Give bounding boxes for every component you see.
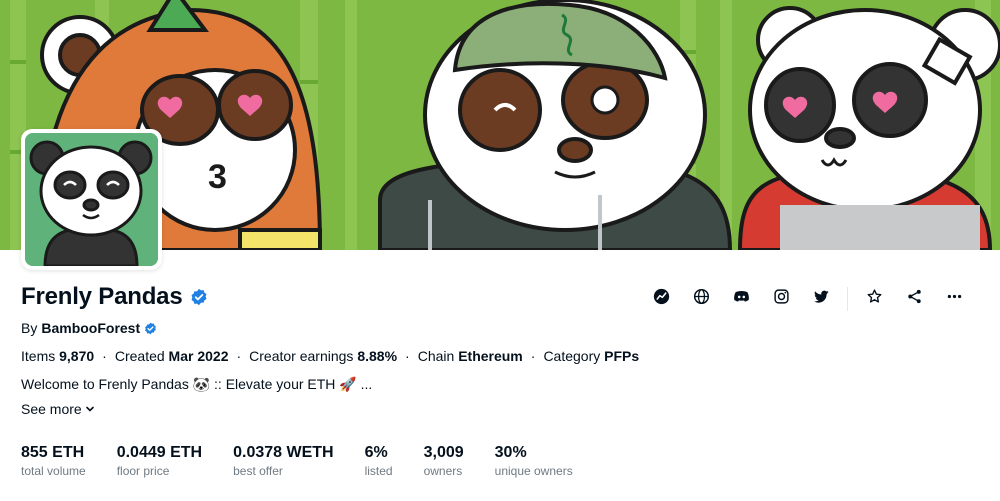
collection-actions — [641, 284, 974, 314]
instagram-icon — [773, 288, 790, 310]
stat-floor-price[interactable]: 0.0449 ETH floor price — [117, 444, 202, 478]
separator-dot: · — [530, 348, 536, 364]
collection-meta: Items 9,870 · Created Mar 2022 · Creator… — [21, 348, 639, 364]
by-label: By — [21, 320, 38, 336]
meta-value: Ethereum — [458, 348, 523, 364]
instagram-button[interactable] — [761, 284, 801, 314]
stat-total-volume[interactable]: 855 ETH total volume — [21, 444, 86, 478]
activity-button[interactable] — [641, 284, 681, 314]
more-icon — [946, 288, 963, 310]
stat-value: 0.0378 WETH — [233, 444, 334, 461]
collection-title: Frenly Pandas — [21, 283, 183, 310]
meta-key: Items — [21, 348, 56, 364]
collection-description: Welcome to Frenly Pandas 🐼 :: Elevate yo… — [21, 376, 373, 392]
collection-avatar — [21, 129, 162, 270]
chevron-down-icon — [85, 401, 95, 417]
separator-dot: · — [236, 348, 242, 364]
stat-unique-owners[interactable]: 30% unique owners — [495, 444, 573, 478]
stat-owners[interactable]: 3,009 owners — [424, 444, 464, 478]
stat-value: 3,009 — [423, 444, 464, 461]
star-icon — [866, 288, 883, 310]
verified-badge-icon — [190, 288, 208, 306]
see-more-label: See more — [21, 401, 82, 417]
meta-value: PFPs — [604, 348, 640, 364]
collection-stats: 855 ETH total volume 0.0449 ETH floor pr… — [21, 444, 604, 478]
separator-dot: · — [102, 348, 107, 364]
avatar-image — [25, 133, 158, 266]
meta-created: Created Mar 2022 — [115, 348, 229, 364]
favorite-button[interactable] — [854, 284, 894, 314]
discord-icon — [733, 288, 750, 310]
creator-row: By BambooForest — [21, 320, 157, 336]
stat-value: 30% — [494, 444, 527, 461]
meta-key: Category — [543, 348, 601, 364]
stat-best-offer[interactable]: 0.0378 WETH best offer — [233, 444, 333, 478]
meta-key: Creator earnings — [249, 348, 354, 364]
activity-icon — [653, 288, 670, 310]
svg-text:3: 3 — [208, 158, 227, 196]
share-icon — [906, 288, 923, 310]
stat-listed[interactable]: 6% listed — [365, 444, 393, 478]
meta-key: Created — [114, 348, 165, 364]
stat-label: listed — [364, 464, 393, 478]
twitter-icon — [813, 288, 830, 310]
panda-avatar-art — [25, 133, 158, 266]
stat-value: 6% — [364, 444, 388, 461]
see-more-button[interactable]: See more — [21, 401, 95, 417]
website-icon — [693, 288, 710, 310]
more-options-button[interactable] — [934, 284, 974, 314]
collection-title-row: Frenly Pandas — [21, 283, 208, 311]
stat-label: unique owners — [494, 464, 573, 478]
meta-chain: Chain Ethereum — [418, 348, 523, 364]
share-button[interactable] — [894, 284, 934, 314]
stat-label: floor price — [116, 464, 170, 478]
meta-category: Category PFPs — [543, 348, 639, 364]
separator-dot: · — [405, 348, 410, 364]
creator-verified-icon — [144, 322, 157, 335]
meta-value: 8.88% — [357, 348, 398, 364]
creator-link[interactable]: BambooForest — [41, 320, 140, 336]
meta-value: 9,870 — [59, 348, 95, 364]
stat-label: total volume — [21, 464, 86, 478]
stat-label: owners — [423, 464, 463, 478]
website-button[interactable] — [681, 284, 721, 314]
meta-value: Mar 2022 — [168, 348, 229, 364]
meta-creator-earnings: Creator earnings 8.88% — [249, 348, 397, 364]
twitter-button[interactable] — [801, 284, 841, 314]
actions-divider — [847, 287, 848, 311]
stat-value: 0.0449 ETH — [116, 444, 203, 461]
discord-button[interactable] — [721, 284, 761, 314]
meta-key: Chain — [417, 348, 455, 364]
meta-items: Items 9,870 — [21, 348, 94, 364]
stat-value: 855 ETH — [21, 444, 85, 461]
stat-label: best offer — [233, 464, 283, 478]
